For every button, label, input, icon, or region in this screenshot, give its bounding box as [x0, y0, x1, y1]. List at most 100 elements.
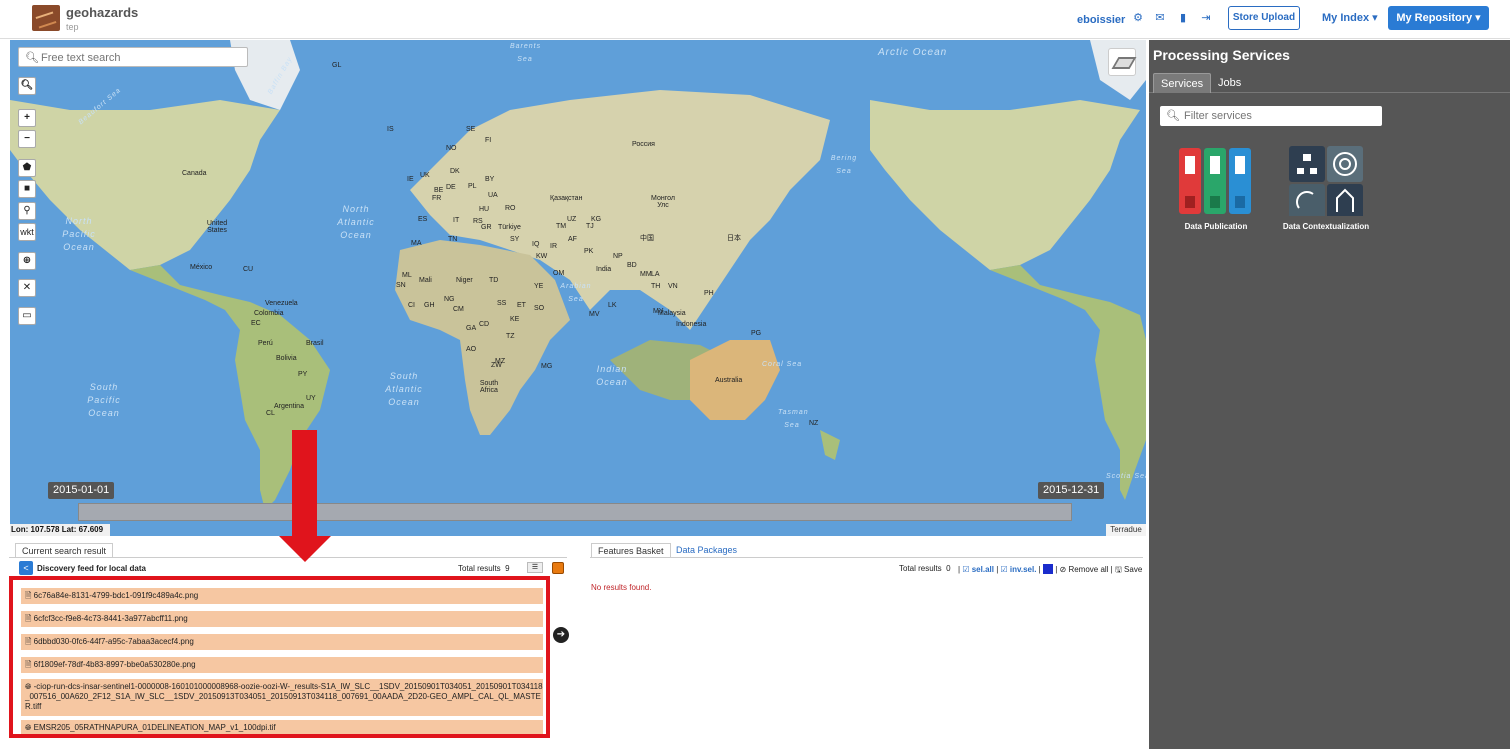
map-label: FR [432, 195, 442, 202]
clear-geometry-button[interactable]: ✕ [18, 279, 36, 297]
list-item[interactable]: 🗎 6f1809ef-78df-4b83-8997-bbe0a530280e.p… [21, 657, 543, 673]
brand-subtitle: tep [66, 22, 79, 32]
map-label: MV [589, 311, 600, 318]
map-label: MA [411, 240, 422, 247]
draw-point-button[interactable]: ⚲ [18, 202, 36, 220]
list-item[interactable]: 🌐︎ EMSR205_05RATHNAPURA_01DELINEATION_MA… [21, 720, 543, 734]
color-swatch-button[interactable] [552, 562, 564, 574]
list-item[interactable]: 🌐︎ -ciop-run-dcs-insar-sentinel1-0000008… [21, 679, 543, 716]
list-item[interactable]: 🗎 6cfcf3cc-f9e8-4c73-8441-3a977abcff11.p… [21, 611, 543, 627]
service-data-publication[interactable]: Data Publication [1161, 146, 1271, 231]
draw-polygon-button[interactable]: ⬟ [18, 159, 36, 177]
map-label: SN [396, 282, 406, 289]
map-label: Australia [715, 377, 743, 384]
map-label: ES [418, 216, 428, 223]
save-link[interactable]: 🖫 Save [1115, 565, 1142, 574]
map-search-box[interactable]: 🔍︎ [18, 47, 248, 67]
map-label: GR [481, 224, 492, 231]
map-label: NO [446, 145, 457, 152]
map-label: IE [407, 176, 414, 183]
zoom-out-button[interactable]: − [18, 130, 36, 148]
brand-name[interactable]: geohazards [66, 5, 138, 20]
map-label: TH [651, 283, 661, 290]
tab-data-packages[interactable]: Data Packages [670, 543, 743, 558]
map-label: 中国 [640, 235, 654, 242]
arrow-right-icon[interactable]: ➔ [553, 627, 569, 643]
my-index-dropdown[interactable]: My Index ▾ [1322, 11, 1378, 24]
map-label: PK [584, 248, 594, 255]
remove-all-link[interactable]: ⊘ Remove all [1060, 565, 1109, 574]
sign-out-icon[interactable]: ⇥ [1199, 12, 1213, 25]
share-icon[interactable]: < [19, 561, 33, 575]
ocean-label: North Atlantic Ocean [337, 204, 375, 240]
color-swatch-button[interactable] [1042, 564, 1053, 574]
zoom-in-button[interactable]: + [18, 109, 36, 127]
world-map[interactable]: 🔍︎ 🔍︎ + − ⬟ ■ ⚲ wkt ⊕ ✕ ▭ GL IS SE FI NO… [10, 40, 1146, 536]
search-tool-button[interactable]: 🔍︎ [18, 77, 36, 95]
timeline-slider[interactable] [78, 503, 1072, 521]
ruler-button[interactable]: ▭ [18, 307, 36, 325]
timeline-end-date[interactable]: 2015-12-31 [1038, 482, 1105, 499]
free-text-search-input[interactable] [41, 50, 241, 65]
store-upload-button[interactable]: Store Upload [1228, 6, 1300, 30]
map-label: AO [466, 346, 477, 353]
contextualization-icon [1289, 146, 1363, 220]
tab-features-basket[interactable]: Features Basket [591, 543, 671, 558]
map-label: VN [668, 283, 678, 290]
top-header: geohazards tep eboissier ⚙ ✉ ▮ ⇥ Store U… [0, 0, 1510, 39]
ocean-label: Arabian Sea [560, 283, 592, 303]
tab-jobs[interactable]: Jobs [1211, 73, 1248, 93]
map-label: AF [568, 236, 577, 243]
feed-title: Discovery feed for local data [37, 564, 146, 573]
filter-services-input[interactable] [1184, 108, 1374, 123]
map-label: Монгол Улс [651, 195, 675, 209]
map-label: OM [553, 270, 565, 277]
map-label: MZ [495, 358, 506, 365]
search-icon: 🔍︎ [1166, 110, 1180, 122]
list-item[interactable]: 🗎 6dbbd030-0fc6-44f7-a95c-7abaa3acecf4.p… [21, 634, 543, 650]
map-label: KG [591, 216, 602, 223]
gear-icon[interactable]: ⚙ [1131, 12, 1145, 25]
map-label: LK [608, 302, 617, 309]
map-label: PL [468, 183, 477, 190]
map-label: India [596, 266, 612, 273]
map-label: Mali [419, 277, 432, 284]
map-label: MG [541, 363, 553, 370]
draw-rectangle-button[interactable]: ■ [18, 180, 36, 198]
map-label: CL [266, 410, 275, 417]
map-label: Türkiye [498, 224, 521, 231]
map-label: RO [505, 205, 516, 212]
layers-icon[interactable] [1108, 48, 1136, 76]
select-all-link[interactable]: ☑ sel.all [962, 565, 994, 574]
map-label: ET [517, 302, 526, 309]
map-label: Venezuela [265, 300, 298, 307]
map-label: BY [485, 176, 495, 183]
list-item[interactable]: 🗎 6c76a84e-8131-4799-bdc1-091f9c489a4c.p… [21, 588, 543, 604]
map-label: PY [298, 371, 308, 378]
ocean-label: Scotia Sea [1106, 473, 1146, 480]
map-label: Bolivia [276, 355, 297, 362]
tab-services[interactable]: Services [1153, 73, 1212, 93]
book-icon[interactable]: ▮ [1176, 12, 1190, 25]
username-link[interactable]: eboissier [1077, 14, 1125, 26]
map-label: NZ [809, 420, 819, 427]
map-label: South Africa [479, 380, 499, 394]
map-label: Argentina [274, 403, 304, 410]
map-label: Perú [258, 340, 273, 347]
tab-current-search-result[interactable]: Current search result [15, 543, 114, 558]
geohazards-logo[interactable] [32, 5, 60, 31]
invert-selection-link[interactable]: ☑ inv.sel. [1001, 565, 1037, 574]
timeline-start-date[interactable]: 2015-01-01 [48, 482, 115, 499]
my-repository-dropdown[interactable]: My Repository ▾ [1388, 6, 1489, 30]
panel-title: Processing Services [1153, 47, 1290, 63]
list-view-icon[interactable]: ☰ [527, 562, 543, 573]
globe-button[interactable]: ⊕ [18, 252, 36, 270]
filter-services-box[interactable]: 🔍︎ [1160, 106, 1382, 126]
map-label: HU [479, 206, 490, 213]
wkt-button[interactable]: wkt [18, 223, 36, 241]
service-data-contextualization[interactable]: Data Contextualization [1271, 146, 1381, 231]
map-attribution[interactable]: Terradue [1106, 524, 1146, 536]
envelope-icon[interactable]: ✉ [1153, 12, 1167, 25]
map-label: IS [387, 126, 394, 133]
total-results-right: Total results 0 [899, 564, 951, 573]
